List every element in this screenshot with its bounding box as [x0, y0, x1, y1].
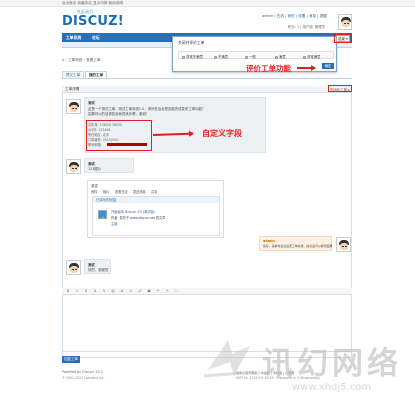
- message-bubble: 测试 好的，谢谢您: [84, 259, 111, 274]
- smiley-icon[interactable]: ☺: [111, 289, 115, 293]
- radio-icon[interactable]: [275, 55, 278, 59]
- editor-toolbar: B I U A ✎ ☺ ⇄ ✄ ☍ ▣ ↶ ↷ ⛶: [62, 288, 352, 295]
- breadcrumb[interactable]: ⌂ › 工单系统 › 查看工单: [62, 58, 100, 63]
- footer-copyright: © 2001-2013 Comsenz Inc.: [62, 376, 105, 380]
- pen-icon[interactable]: ✎: [102, 289, 106, 293]
- nav-item-forum[interactable]: 论坛: [92, 35, 100, 41]
- card-header: 测试: [91, 184, 98, 188]
- rating-option[interactable]: 一般: [245, 54, 256, 59]
- card-thread: 已成功的回复 开始使用 Discuz! X3 (测试版) 作者: 发布于 www…: [92, 196, 220, 236]
- message-author[interactable]: admin: [263, 239, 275, 243]
- close-ticket-highlight: [328, 85, 352, 92]
- card-thread-bar: 已成功的回复: [93, 197, 219, 203]
- thread-thumbnail[interactable]: [98, 210, 107, 219]
- rating-option-label: 一般: [249, 55, 256, 59]
- message-avatar[interactable]: [66, 99, 81, 114]
- message-bubble: 测试 123图片: [84, 158, 134, 173]
- italic-icon[interactable]: I: [75, 289, 79, 293]
- radio-icon[interactable]: [245, 55, 248, 59]
- rating-option-label: 不满意: [218, 55, 229, 59]
- site-logo[interactable]: 社区动力 DISCUZ!: [62, 9, 124, 31]
- card-link[interactable]: 查看日志: [115, 189, 128, 194]
- ticket-panel-header: 工单详情: [62, 86, 352, 93]
- nav-item-tickets[interactable]: 工单系统: [66, 35, 81, 41]
- rating-option-label: 满意: [279, 55, 286, 59]
- logo-en-text: DISCUZ!: [62, 14, 124, 29]
- footer-powered: Powered by Discuz! X3.2: [62, 370, 103, 374]
- fullscreen-icon[interactable]: ⛶: [174, 289, 178, 293]
- user-avatar[interactable]: [338, 14, 352, 30]
- message-avatar[interactable]: [66, 159, 81, 174]
- message-line: 好的，谢谢您: [88, 268, 109, 272]
- font-color-icon[interactable]: A: [93, 289, 97, 293]
- thread-meta: 作者: 发布于 www.discuz.net 的文章: [111, 216, 166, 220]
- card-link[interactable]: 资料: [91, 189, 97, 194]
- arrow-icon: [297, 65, 316, 70]
- user-menu[interactable]: admin | 在线 | 我的 | 设置 | 消息 | 提醒: [262, 14, 327, 19]
- thread-tag[interactable]: 主题: [111, 221, 117, 226]
- underline-icon[interactable]: U: [84, 289, 88, 293]
- message-line: 您好，请参考后台设置工单系统，提交后可以看到结果: [263, 244, 333, 248]
- undo-icon[interactable]: ↶: [156, 289, 160, 293]
- custom-fields-label: 自定义字段: [202, 129, 242, 138]
- watermark: 讯幻网络 www.xhdj5.com: [198, 326, 415, 400]
- rating-options: 非常不满意 不满意 一般 满意 非常满意: [178, 51, 334, 59]
- submit-reply-button[interactable]: 回复工单: [62, 356, 80, 363]
- message-author[interactable]: 测试: [88, 100, 95, 105]
- user-credits: 积分: 1 | 用户组: 管理员: [288, 25, 326, 29]
- watermark-url: www.xhdj5.com: [292, 382, 372, 393]
- card-link[interactable]: 相片: [103, 189, 109, 194]
- profile-card: 测试 资料 相片 查看日志 发送消息 共享 已成功的回复 开始使用 Discuz…: [87, 180, 224, 238]
- watermark-logo-icon: [203, 340, 255, 378]
- card-link[interactable]: 共享: [151, 189, 157, 194]
- rating-option-label: 非常满意: [307, 55, 321, 59]
- dropdown-highlight: [334, 34, 352, 43]
- radio-icon[interactable]: [182, 55, 185, 59]
- admin-avatar[interactable]: [336, 237, 351, 252]
- top-links[interactable]: 设为首页 收藏本站 显示切换 使用说明: [62, 1, 123, 6]
- link-icon[interactable]: ⇄: [120, 289, 124, 293]
- redo-icon[interactable]: ↷: [165, 289, 169, 293]
- message-line: 如果可以的话请告诉我具体步骤，谢谢！: [88, 112, 150, 116]
- cut-icon[interactable]: ✄: [129, 289, 133, 293]
- radio-icon[interactable]: [303, 55, 306, 59]
- rating-option[interactable]: 非常不满意: [182, 54, 203, 59]
- tab-divider: [62, 78, 352, 79]
- image-icon[interactable]: ▣: [147, 289, 151, 293]
- watermark-text: 讯幻网络: [262, 346, 402, 382]
- rating-option-label: 非常不满意: [186, 55, 203, 59]
- message-line: 123图片: [88, 167, 102, 171]
- radio-icon[interactable]: [214, 55, 217, 59]
- dialog-title: 关闭并评价工单: [178, 40, 205, 45]
- confirm-button[interactable]: 确定: [322, 63, 334, 69]
- thread-title[interactable]: 开始使用 Discuz! X3 (测试版): [111, 209, 155, 214]
- message-avatar[interactable]: [66, 260, 81, 275]
- rating-option[interactable]: 非常满意: [303, 54, 321, 59]
- top-bar: 设为首页 收藏本站 显示切换 使用说明: [0, 0, 415, 7]
- bold-icon[interactable]: B: [66, 289, 70, 293]
- card-link[interactable]: 发送消息: [133, 189, 146, 194]
- admin-reply-bubble: admin 您好，请参考后台设置工单系统，提交后可以看到结果: [259, 236, 332, 251]
- rating-option[interactable]: 不满意: [214, 54, 228, 59]
- rating-option[interactable]: 满意: [275, 54, 286, 59]
- rating-feature-label: 评价工单功能: [246, 64, 291, 73]
- custom-fields-highlight: [86, 120, 152, 151]
- ticket-panel-title: 工单详情: [65, 87, 80, 91]
- attach-icon[interactable]: ☍: [138, 289, 142, 293]
